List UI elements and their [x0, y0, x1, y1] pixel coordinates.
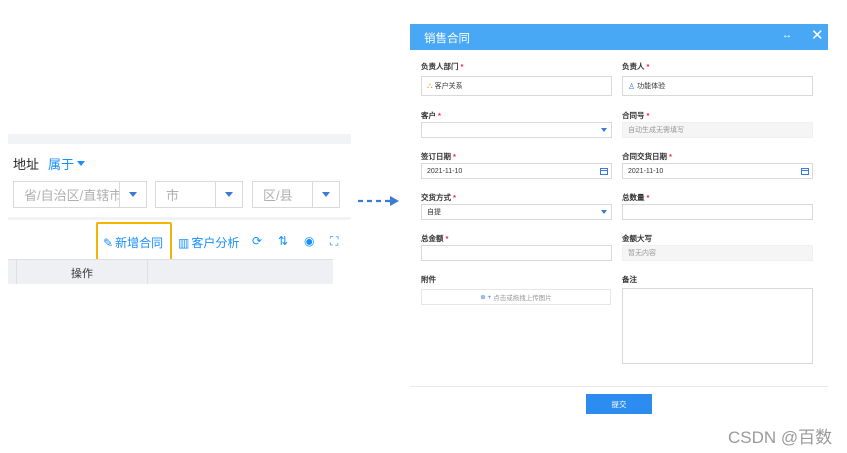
total-amount-label: 总金额 *: [421, 234, 449, 243]
calendar-icon[interactable]: [597, 164, 611, 178]
caret-down-icon: [77, 161, 86, 166]
chevron-down-icon[interactable]: [119, 182, 146, 207]
customer-analysis-button[interactable]: ▥ 客户分析: [178, 234, 239, 251]
delivery-date-value: 2021-11-10: [628, 167, 664, 175]
owner-dept-value: 客户关系: [434, 83, 463, 90]
owner-label: 负责人 *: [622, 62, 650, 71]
province-select-placeholder: 省/自治区/直辖市: [24, 188, 119, 203]
delivery-method-select[interactable]: 自提: [421, 204, 612, 220]
dashed-arrow-icon: [358, 196, 399, 206]
city-select[interactable]: 市: [155, 181, 243, 208]
delivery-date-picker[interactable]: 2021-11-10: [622, 163, 813, 179]
attachment-label: 附件: [421, 275, 436, 284]
refresh-icon: ⟳: [252, 234, 263, 248]
owner-field[interactable]: ♙ 功能体验: [622, 76, 813, 96]
owner-value: 功能体验: [637, 83, 666, 90]
sort-button[interactable]: ⇅: [278, 234, 288, 248]
submit-button[interactable]: 提交: [586, 394, 652, 414]
bar-chart-icon: ▥: [178, 235, 190, 250]
amount-upper-label: 金额大写: [622, 234, 652, 243]
sales-contract-dialog: 销售合同 ↔ ✕ 负责人部门 * ⛬ 客户关系 负责人 * ♙ 功能体验 客户 *: [410, 24, 828, 420]
chevron-down-icon[interactable]: [312, 182, 339, 207]
chevron-down-icon[interactable]: [597, 205, 611, 219]
footer-divider: [410, 386, 828, 387]
table-header: 操作: [8, 259, 333, 284]
user-chip: ♙ 功能体验: [628, 81, 665, 91]
chevron-down-icon[interactable]: [215, 182, 242, 207]
user-icon: ♙: [628, 81, 636, 91]
delivery-method-label: 交货方式 *: [421, 193, 456, 202]
upload-icon: ⊕ +: [480, 294, 492, 301]
upload-text: 点击或拖拽上传图片: [493, 295, 552, 302]
total-qty-input[interactable]: [622, 204, 813, 220]
total-qty-label: 总数量 *: [622, 193, 650, 202]
customer-label: 客户 *: [421, 111, 441, 120]
screenshot-canvas: 地址 属于 省/自治区/直辖市 市 区/县 ✎ 新增合同 ▥ 客户分析 ⟳ ⇅: [0, 0, 847, 453]
add-contract-button[interactable]: ✎ 新增合同: [103, 234, 163, 251]
sort-icon: ⇅: [278, 234, 289, 248]
district-select[interactable]: 区/县: [252, 181, 340, 208]
address-field-label: 地址: [13, 157, 40, 172]
delivery-method-value: 自提: [427, 209, 441, 216]
org-chart-icon: ⛬: [427, 81, 433, 90]
close-icon[interactable]: ✕: [811, 26, 824, 44]
watermark: CSDN @百数: [728, 428, 833, 447]
district-select-placeholder: 区/县: [263, 188, 293, 203]
list-page-snippet: 地址 属于 省/自治区/直辖市 市 区/县 ✎ 新增合同 ▥ 客户分析 ⟳ ⇅: [8, 134, 351, 284]
column-header-operation: 操作: [16, 260, 148, 284]
sign-date-value: 2021-11-10: [427, 167, 463, 175]
contract-no-placeholder: 自动生成无需填写: [628, 127, 684, 134]
refresh-button[interactable]: ⟳: [252, 234, 262, 248]
top-divider-bar: [8, 134, 351, 144]
customer-analysis-label: 客户分析: [191, 236, 240, 250]
contract-no-field: 自动生成无需填写: [622, 122, 813, 138]
expand-icon[interactable]: ↔: [782, 30, 793, 41]
sign-date-picker[interactable]: 2021-11-10: [421, 163, 612, 179]
amount-upper-field: 暂无内容: [622, 245, 813, 261]
contract-no-label: 合同号 *: [622, 111, 650, 120]
dialog-header: 销售合同 ↔ ✕: [410, 24, 828, 50]
amount-upper-placeholder: 暂无内容: [628, 250, 656, 257]
city-select-placeholder: 市: [166, 188, 180, 203]
owner-dept-label: 负责人部门 *: [421, 62, 464, 71]
dialog-title: 销售合同: [424, 33, 470, 45]
eye-icon: ◉: [304, 234, 315, 248]
view-button[interactable]: ◉: [304, 234, 314, 248]
filter-operator-label: 属于: [48, 157, 75, 172]
total-amount-input[interactable]: [421, 245, 612, 261]
delivery-date-label: 合同交货日期 *: [622, 152, 672, 161]
owner-dept-field[interactable]: ⛬ 客户关系: [421, 76, 612, 96]
calendar-icon[interactable]: [798, 164, 812, 178]
remark-textarea[interactable]: [622, 288, 813, 364]
province-select[interactable]: 省/自治区/直辖市: [13, 181, 147, 208]
section-divider: [8, 217, 351, 220]
upload-dropzone[interactable]: ⊕ + 点击或拖拽上传图片: [421, 289, 611, 305]
edit-icon: ✎: [103, 235, 114, 250]
sign-date-label: 签订日期 *: [421, 152, 456, 161]
fullscreen-button[interactable]: ⛶: [330, 234, 338, 249]
add-contract-label: 新增合同: [115, 236, 164, 250]
filter-operator-dropdown[interactable]: 属于: [48, 154, 86, 173]
fullscreen-icon: ⛶: [330, 234, 339, 248]
customer-select[interactable]: [421, 122, 612, 138]
chevron-down-icon[interactable]: [597, 123, 611, 137]
remark-label: 备注: [622, 275, 637, 284]
dept-chip: ⛬ 客户关系: [427, 81, 463, 91]
